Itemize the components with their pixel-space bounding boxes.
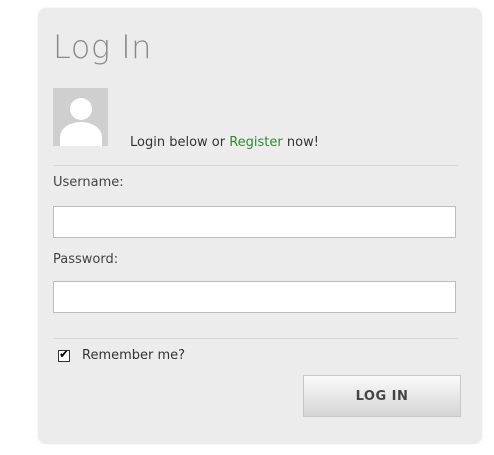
remember-me-label: Remember me? [82, 348, 186, 363]
login-button[interactable]: LOG IN [303, 375, 461, 417]
avatar-head-icon [70, 98, 92, 120]
register-link[interactable]: Register [229, 135, 283, 150]
password-input[interactable] [53, 281, 456, 313]
avatar-body-icon [60, 122, 102, 146]
login-prompt: Login below or Register now! [130, 135, 319, 150]
divider [53, 165, 458, 166]
remember-me-checkbox[interactable]: ✔ [58, 346, 70, 362]
divider [53, 338, 458, 339]
username-label: Username: [53, 175, 124, 190]
remember-me-row: ✔ Remember me? [58, 346, 186, 363]
page-title: Log In [53, 28, 152, 66]
password-label: Password: [53, 252, 119, 267]
username-input[interactable] [53, 206, 456, 238]
login-panel: Log In Login below or Register now! User… [38, 8, 482, 444]
login-prompt-before: Login below or [130, 135, 230, 150]
checkmark-icon: ✔ [59, 346, 70, 361]
login-prompt-after: now! [282, 135, 319, 150]
avatar [53, 88, 108, 146]
